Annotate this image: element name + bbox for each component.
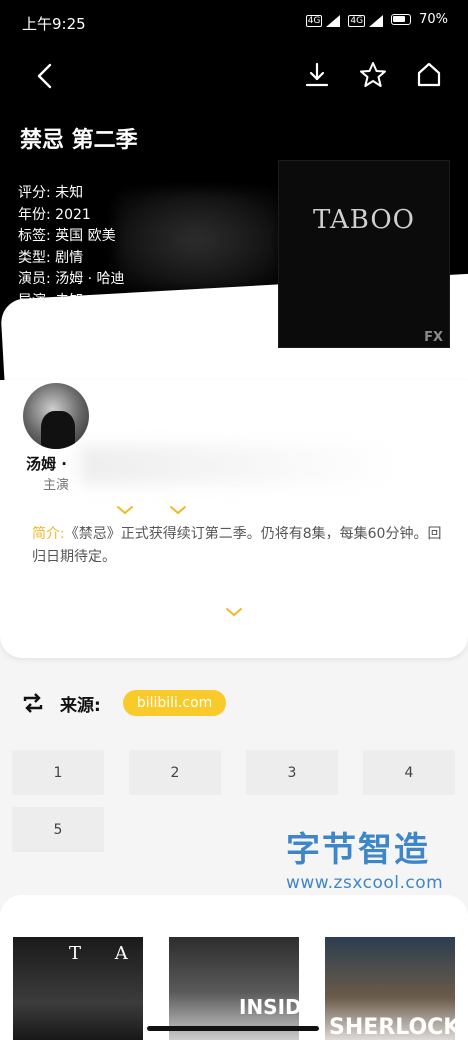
network-type: 4G (348, 14, 366, 27)
meta-tags: 标签: 英国 欧美 (18, 228, 116, 244)
poster-badge: FX (424, 330, 443, 345)
source-label: 来源: (60, 695, 101, 716)
show-meta: 评分: 未知 年份: 2021 标签: 英国 欧美 类型: 剧情 演员: 汤姆 … (18, 183, 125, 312)
battery-icon (391, 14, 412, 25)
battery-level: 70% (419, 12, 448, 27)
status-bar: 上午9:25 4G 4G 70% (0, 0, 468, 46)
poster-image[interactable]: TABOO FX (278, 160, 450, 348)
signal-icon: 4G (348, 13, 384, 27)
meta-director: 导演: 未知 (18, 292, 84, 309)
page-title: 禁忌 第二季 (20, 128, 138, 153)
back-arrow-icon[interactable] (30, 60, 62, 92)
cast-role: 主演 (43, 478, 70, 493)
cast-name: 汤姆 · (26, 455, 67, 473)
status-icons: 4G 4G 70% (305, 12, 448, 27)
meta-genre: 类型: 剧情 (18, 249, 84, 266)
status-time: 上午9:25 (22, 15, 86, 33)
signal-icon: 4G (305, 13, 341, 27)
synopsis: 简介:《禁忌》正式获得续订第二季。仍将有8集，每集60分钟。回归日期待定。 (32, 523, 442, 569)
top-actions (302, 60, 444, 90)
meta-actors: 演员: 汤姆 · 哈迪 (18, 271, 125, 287)
expand-chevron-icon[interactable] (224, 606, 244, 618)
episode-button[interactable]: 5 (12, 807, 104, 852)
synopsis-label: 简介: (32, 526, 65, 542)
watermark: 字节智造 www.zsxcool.com (286, 822, 443, 893)
rec-thumbnail[interactable]: SHERLOCK (325, 937, 455, 1040)
download-icon[interactable] (302, 60, 332, 90)
rec-thumbnail[interactable]: T A (13, 937, 143, 1040)
avatar[interactable] (23, 383, 89, 449)
synopsis-text: 《禁忌》正式获得续订第二季。仍将有8集，每集60分钟。回归日期待定。 (32, 526, 442, 565)
poster-title: TABOO (313, 205, 415, 235)
chevron-down-icon (117, 506, 133, 515)
meta-rating: 评分: 未知 (18, 185, 84, 201)
recommendations: T A INSIDE SHERLOCK (0, 895, 468, 1040)
episode-button[interactable]: 4 (363, 750, 455, 795)
blurred-cast-area (80, 445, 400, 485)
episode-button[interactable]: 3 (246, 750, 338, 795)
rec-thumbnail-text: SHERLOCK (329, 1015, 455, 1040)
home-indicator[interactable] (147, 1026, 319, 1031)
source-row: 来源: bilibili.com (20, 690, 227, 716)
watermark-url: www.zsxcool.com (286, 873, 444, 893)
source-chip[interactable]: bilibili.com (122, 690, 227, 716)
rec-thumbnail-text: INSIDE (239, 995, 299, 1019)
network-type: 4G (305, 14, 323, 27)
rec-thumbnail-text: T A (69, 943, 142, 964)
home-icon[interactable] (414, 60, 444, 90)
meta-year: 年份: 2021 (18, 206, 91, 223)
star-icon[interactable] (358, 60, 388, 90)
chevron-down-icon (170, 506, 186, 515)
switch-source-icon[interactable] (20, 690, 46, 716)
rec-thumbnail[interactable]: INSIDE (169, 937, 299, 1040)
blurred-backdrop (115, 190, 280, 290)
watermark-text: 字节智造 (286, 830, 430, 870)
episode-button[interactable]: 2 (129, 750, 221, 795)
episode-button[interactable]: 1 (12, 750, 104, 795)
